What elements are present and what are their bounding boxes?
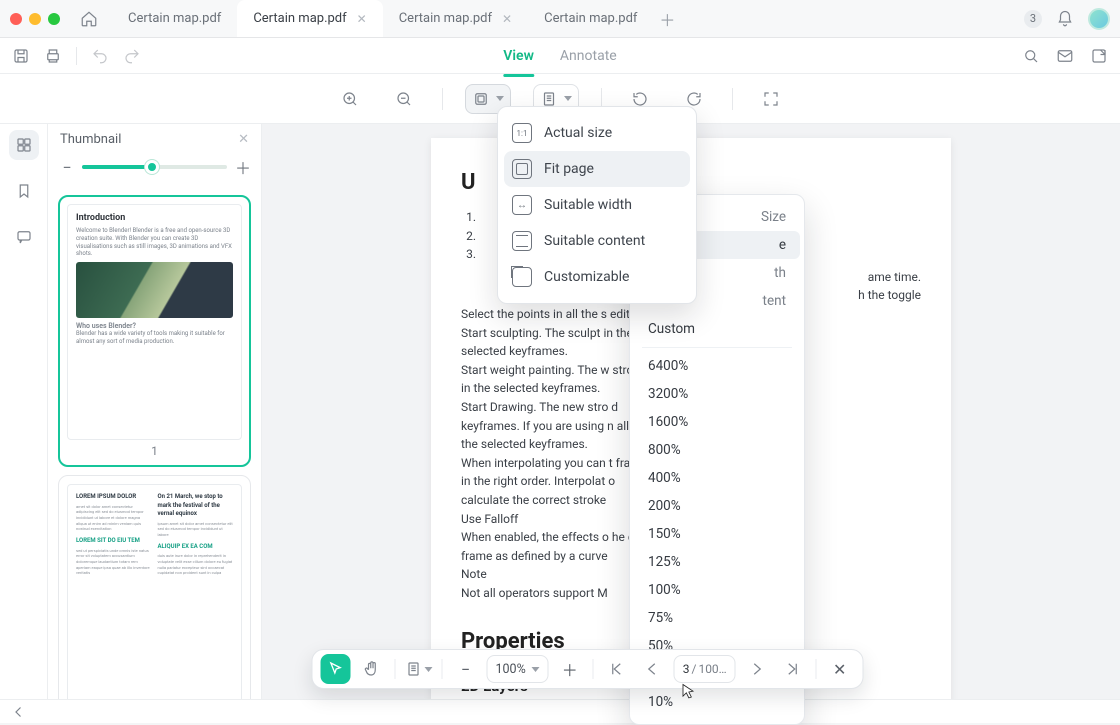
chevron-down-icon (564, 96, 572, 101)
next-page[interactable] (742, 654, 772, 684)
actual-size-icon (512, 123, 532, 143)
fit-menu-custom[interactable]: Customizable (498, 259, 696, 295)
save-icon[interactable] (12, 47, 30, 65)
minimize-window[interactable] (29, 13, 41, 25)
add-tab-button[interactable]: ＋ (653, 0, 681, 37)
home-button[interactable] (76, 6, 102, 32)
titlebar-right: 3 (1024, 8, 1110, 30)
undo-icon[interactable] (91, 47, 109, 65)
titlebar: Certain map.pdf Certain map.pdf✕ Certain… (0, 0, 1120, 38)
zoom-level-800[interactable]: 800% (634, 436, 800, 464)
tab-strip: Certain map.pdf Certain map.pdf✕ Certain… (112, 0, 681, 37)
last-page[interactable] (778, 654, 808, 684)
zoom-in-button[interactable] (334, 83, 366, 115)
rail-thumbnails[interactable] (9, 130, 39, 160)
zoom-level-150[interactable]: 150% (634, 520, 800, 548)
zoom-level-100[interactable]: 100% (634, 576, 800, 604)
close-toolbar[interactable]: ✕ (825, 654, 855, 684)
mail-icon[interactable] (1056, 47, 1074, 65)
share-icon[interactable] (1090, 47, 1108, 65)
fit-menu-actual[interactable]: Actual size (498, 115, 696, 151)
zoom-value-dropdown[interactable]: 100% (487, 655, 549, 683)
zoom-out-button[interactable] (388, 83, 420, 115)
tab-2[interactable]: Certain map.pdf✕ (237, 0, 382, 37)
first-page[interactable] (602, 654, 632, 684)
fit-menu: Actual size Fit page Suitable width Suit… (497, 106, 697, 304)
bell-icon[interactable] (1056, 10, 1074, 28)
zoom-menu-custom[interactable]: Custom (634, 315, 800, 343)
fit-menu-fit[interactable]: Fit page (504, 151, 690, 187)
prev-page[interactable] (638, 654, 668, 684)
hand-tool[interactable] (357, 654, 387, 684)
panel-title: Thumbnail (60, 132, 121, 147)
thumb-size-slider[interactable]: − ＋ (48, 151, 261, 189)
fit-page-icon (512, 159, 532, 179)
bottom-toolbar: − 100% ＋ 3/ 100… ✕ (312, 649, 864, 689)
fit-width-icon (512, 195, 532, 215)
mode-switch: View Annotate (503, 44, 616, 68)
maximize-window[interactable] (48, 13, 60, 25)
mode-view[interactable]: View (503, 44, 534, 68)
fullscreen-button[interactable] (755, 83, 787, 115)
chevron-left-icon[interactable] (10, 703, 28, 721)
zoom-level-10[interactable]: 10% (634, 688, 800, 716)
fit-menu-width[interactable]: Suitable width (498, 187, 696, 223)
zoom-level-3200[interactable]: 3200% (634, 380, 800, 408)
slider-knob[interactable] (145, 160, 159, 174)
tab-1[interactable]: Certain map.pdf (112, 0, 237, 37)
zoom-level-400[interactable]: 400% (634, 464, 800, 492)
zoom-level-1600[interactable]: 1600% (634, 408, 800, 436)
notification-count[interactable]: 3 (1024, 10, 1042, 28)
cursor-icon (678, 682, 698, 702)
status-bar (0, 699, 1120, 723)
left-rail (0, 124, 48, 699)
chevron-down-icon (496, 96, 504, 101)
chevron-down-icon (532, 667, 540, 672)
window-controls (10, 13, 60, 25)
page-number: 1 (67, 444, 242, 458)
search-icon[interactable] (1022, 47, 1040, 65)
toolbar: View Annotate (0, 38, 1120, 74)
zoom-level-200[interactable]: 200% (634, 492, 800, 520)
thumbnail-page-1[interactable]: Introduction Welcome to Blender! Blender… (58, 195, 251, 467)
fit-menu-content[interactable]: Suitable content (498, 223, 696, 259)
rail-bookmarks[interactable] (9, 176, 39, 206)
zoom-level-125[interactable]: 125% (634, 548, 800, 576)
close-panel-icon[interactable]: ✕ (238, 132, 249, 147)
page-indicator[interactable]: 3/ 100… (674, 655, 736, 683)
select-tool[interactable] (321, 654, 351, 684)
custom-size-icon (512, 267, 532, 287)
mode-annotate[interactable]: Annotate (560, 44, 617, 68)
fit-content-icon (512, 231, 532, 251)
redo-icon[interactable] (123, 47, 141, 65)
plus-icon[interactable]: ＋ (235, 155, 249, 179)
thumbnail-page-2[interactable]: LOREM IPSUM DOLORamet sit dolor amet con… (58, 475, 251, 699)
print-icon[interactable] (44, 47, 62, 65)
rail-comments[interactable] (9, 222, 39, 252)
minus-icon[interactable]: − (60, 158, 74, 177)
close-tab-icon[interactable]: ✕ (502, 12, 512, 26)
zoom-out[interactable]: − (451, 654, 481, 684)
close-window[interactable] (10, 13, 22, 25)
avatar[interactable] (1088, 8, 1110, 30)
layout-dropdown[interactable] (404, 654, 434, 684)
zoom-in[interactable]: ＋ (555, 654, 585, 684)
tab-3[interactable]: Certain map.pdf✕ (383, 0, 528, 37)
thumbnail-panel: Thumbnail ✕ − ＋ Introduction Welcome to … (48, 124, 262, 699)
zoom-level-6400[interactable]: 6400% (634, 352, 800, 380)
slider-track[interactable] (82, 165, 227, 169)
close-tab-icon[interactable]: ✕ (357, 12, 367, 26)
tab-4[interactable]: Certain map.pdf (528, 0, 653, 37)
zoom-level-75[interactable]: 75% (634, 604, 800, 632)
